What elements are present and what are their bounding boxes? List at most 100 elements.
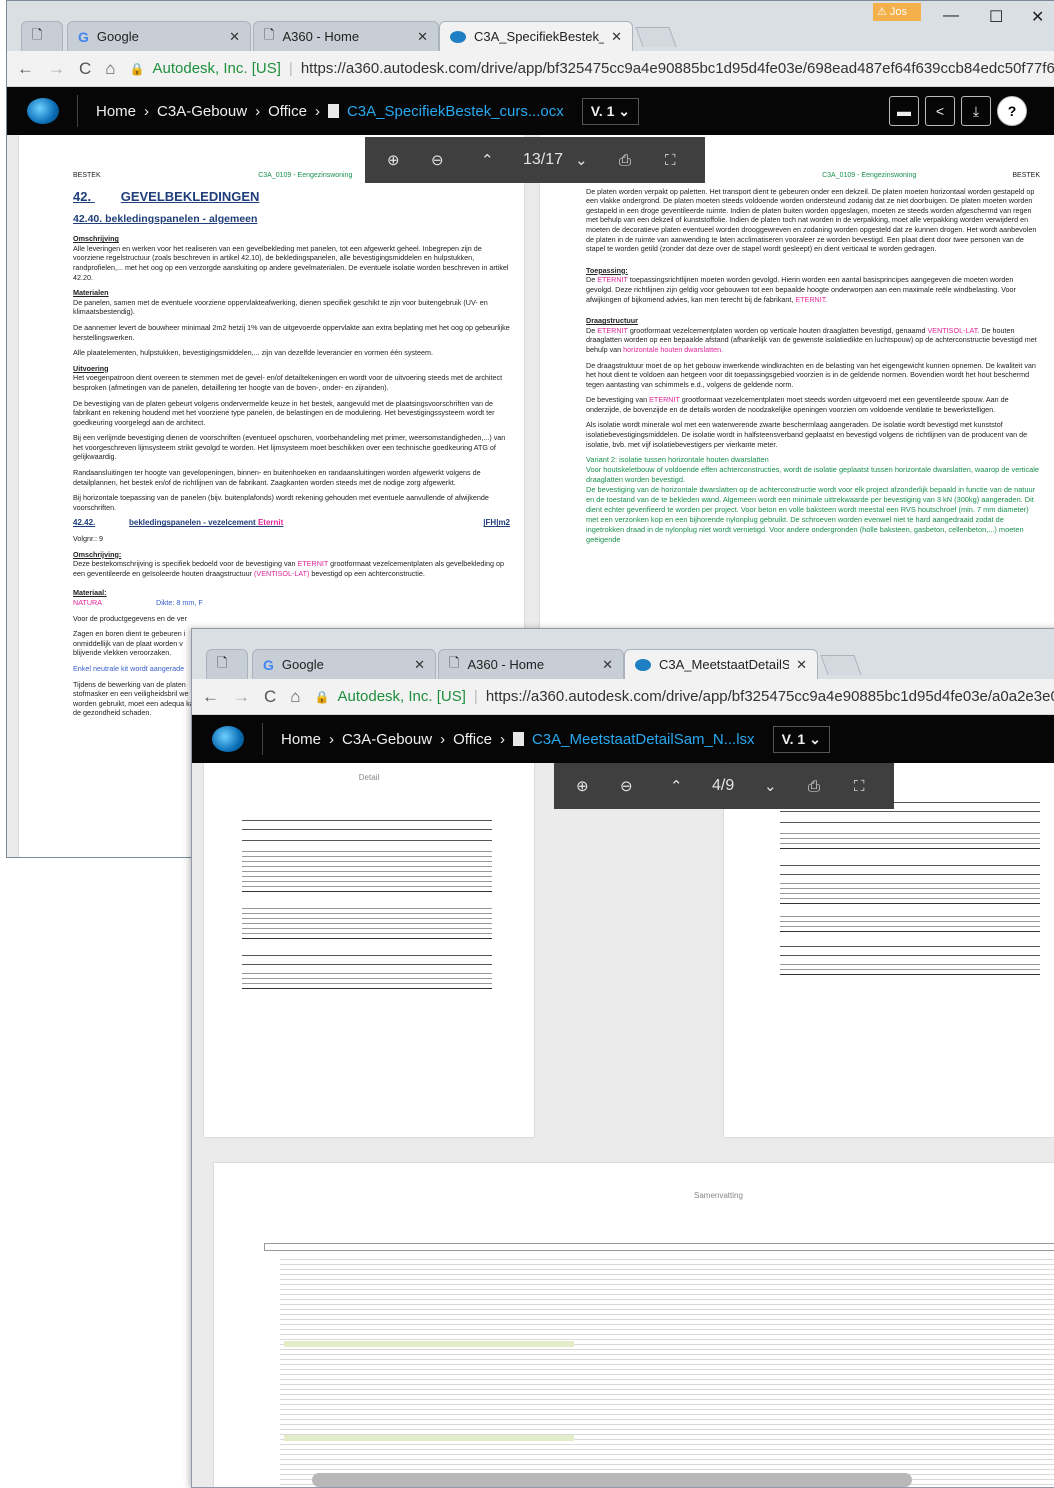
home-icon[interactable]: ⌂ bbox=[105, 59, 115, 79]
table-row bbox=[780, 970, 1040, 975]
url-separator: | bbox=[473, 688, 478, 705]
tab-google[interactable]: G Google ✕ bbox=[252, 649, 436, 679]
maximize-icon[interactable]: ☐ bbox=[989, 7, 1003, 27]
breadcrumb: Home › C3A-Gebouw › Office › C3A_SpecifiekB… bbox=[96, 103, 564, 120]
crumb-folder[interactable]: Office bbox=[453, 731, 492, 748]
google-icon: G bbox=[78, 28, 89, 45]
url-field[interactable]: 🔒 Autodesk, Inc. [US] | https://a360.aut… bbox=[315, 688, 1054, 705]
previous-page-icon[interactable]: ⌃ bbox=[481, 151, 494, 169]
crumb-folder[interactable]: Office bbox=[268, 103, 307, 120]
print-icon[interactable]: ⎙ bbox=[619, 152, 631, 169]
page-header-left: BESTEK bbox=[73, 172, 101, 179]
chevron-right-icon: › bbox=[314, 102, 320, 120]
table-row bbox=[242, 836, 492, 841]
page-icon: 🗋 bbox=[32, 26, 43, 42]
paragraph: De bevestiging van de platen gebeurt vol… bbox=[73, 398, 495, 427]
paragraph: De aannemer levert de bouwheer minimaal … bbox=[73, 322, 510, 342]
table-row bbox=[242, 960, 492, 965]
section-title: Toepassing: bbox=[586, 265, 628, 275]
close-icon[interactable]: ✕ bbox=[796, 657, 807, 673]
subheading-number: 42.42. bbox=[73, 518, 96, 528]
tab-bestek[interactable]: C3A_SpecifiekBestek_curs ✕ bbox=[439, 21, 633, 51]
a360-logo[interactable] bbox=[27, 98, 59, 124]
horizontal-scrollbar[interactable] bbox=[312, 1473, 912, 1487]
close-window-icon[interactable]: ✕ bbox=[1031, 7, 1044, 27]
help-button[interactable]: ? bbox=[997, 96, 1027, 126]
crumb-home[interactable]: Home bbox=[281, 731, 321, 748]
sheet-table bbox=[780, 797, 1040, 975]
autodesk-icon bbox=[450, 30, 466, 43]
close-icon[interactable]: ✕ bbox=[414, 657, 425, 673]
version-dropdown[interactable]: V. 1 ⌄ bbox=[581, 97, 639, 125]
paragraph: De platen worden verpakt op paletten. He… bbox=[586, 186, 1037, 254]
new-tab-button[interactable] bbox=[820, 655, 862, 675]
dimension-text: Dikte: 8 mm, F bbox=[156, 598, 203, 607]
download-button[interactable]: ⤓ bbox=[961, 96, 991, 126]
zoom-out-icon[interactable]: ⊖ bbox=[620, 777, 633, 795]
crumb-project[interactable]: C3A-Gebouw bbox=[342, 731, 432, 748]
reload-icon[interactable]: C bbox=[79, 59, 91, 79]
text: De bevestiging van bbox=[586, 395, 648, 405]
home-icon[interactable]: ⌂ bbox=[290, 687, 300, 707]
table-row bbox=[242, 951, 492, 956]
next-page-icon[interactable]: ⌄ bbox=[764, 777, 777, 795]
zoom-in-icon[interactable]: ⊕ bbox=[576, 777, 589, 795]
crumb-home[interactable]: Home bbox=[96, 103, 136, 120]
new-tab-button[interactable] bbox=[635, 27, 677, 47]
user-badge[interactable]: ⚠ Jos bbox=[873, 3, 921, 21]
reload-icon[interactable]: C bbox=[264, 687, 276, 707]
fullscreen-icon[interactable]: ⛶ bbox=[854, 778, 865, 795]
url-text: https://a360.autodesk.com/drive/app/bf32… bbox=[300, 60, 1054, 77]
tab-blank[interactable]: 🗋 bbox=[21, 21, 63, 51]
url-field[interactable]: 🔒 Autodesk, Inc. [US] | https://a360.aut… bbox=[130, 60, 1054, 77]
crumb-project[interactable]: C3A-Gebouw bbox=[157, 103, 247, 120]
tab-a360-home[interactable]: 🗋 A360 - Home ✕ bbox=[438, 649, 624, 679]
close-icon[interactable]: ✕ bbox=[611, 29, 622, 45]
forward-icon[interactable]: → bbox=[233, 687, 250, 707]
chevron-right-icon: › bbox=[144, 102, 150, 120]
sheet-table bbox=[242, 793, 492, 989]
paragraph: Zagen en boren dient te gebeuren i onmid… bbox=[73, 629, 186, 658]
fullscreen-icon[interactable]: ⛶ bbox=[665, 152, 676, 169]
sheet-page-right: Detail bbox=[724, 763, 1054, 1137]
close-icon[interactable]: ✕ bbox=[229, 29, 240, 45]
back-icon[interactable]: ← bbox=[17, 59, 34, 79]
brand-label: horizontale houten dwarslatten. bbox=[623, 344, 724, 354]
table-row bbox=[242, 825, 492, 830]
zoom-out-icon[interactable]: ⊖ bbox=[431, 151, 444, 169]
print-icon[interactable]: ⎙ bbox=[808, 778, 820, 795]
previous-page-icon[interactable]: ⌃ bbox=[670, 777, 683, 795]
section-title: Draagstructuur bbox=[586, 316, 638, 326]
tab-label: Google bbox=[96, 29, 139, 44]
minimize-icon[interactable]: — bbox=[943, 7, 959, 25]
crumb-file[interactable]: C3A_MeetstaatDetailSam_N...lsx bbox=[532, 731, 755, 748]
paragraph: De draagstruktuur moet de op het gebouw … bbox=[586, 360, 1036, 389]
variant-title: Variant 2: isolatie tussen horizontale h… bbox=[586, 455, 769, 465]
a360-logo[interactable] bbox=[212, 726, 244, 752]
tab-a360-home[interactable]: 🗋 A360 - Home ✕ bbox=[253, 21, 439, 51]
close-icon[interactable]: ✕ bbox=[417, 29, 428, 45]
forward-icon[interactable]: → bbox=[48, 59, 65, 79]
text: De bbox=[586, 325, 596, 335]
next-page-icon[interactable]: ⌄ bbox=[575, 151, 588, 169]
table-row bbox=[780, 844, 1040, 849]
tab-blank[interactable]: 🗋 bbox=[206, 649, 248, 679]
page-header-project: C3A_0109 - Eengezinswoning bbox=[822, 172, 917, 179]
version-dropdown[interactable]: V. 1 ⌄ bbox=[772, 725, 830, 753]
tab-meetstaat[interactable]: C3A_MeetstaatDetailSam ✕ bbox=[624, 649, 818, 679]
a360-toolbar: Home › C3A-Gebouw › Office › C3A_SpecifiekB… bbox=[7, 87, 1054, 135]
comment-button[interactable]: ▬ bbox=[889, 96, 919, 126]
chevron-right-icon: › bbox=[499, 730, 505, 748]
tab-google[interactable]: G Google ✕ bbox=[67, 21, 251, 51]
tab-strip: 🗋 G Google ✕ 🗋 A360 - Home ✕ C3A_Meetsta… bbox=[192, 629, 1054, 679]
table-row bbox=[242, 984, 492, 989]
crumb-file[interactable]: C3A_SpecifiekBestek_curs...ocx bbox=[347, 103, 564, 120]
zoom-in-icon[interactable]: ⊕ bbox=[387, 151, 400, 169]
section-title: Materiaal: bbox=[73, 588, 107, 598]
share-button[interactable]: < bbox=[925, 96, 955, 126]
section-title: Uitvoering bbox=[73, 363, 109, 373]
back-icon[interactable]: ← bbox=[202, 687, 219, 707]
table-row bbox=[780, 861, 1040, 866]
close-icon[interactable]: ✕ bbox=[602, 657, 613, 673]
unit-label: |FH|m2 bbox=[483, 518, 510, 528]
